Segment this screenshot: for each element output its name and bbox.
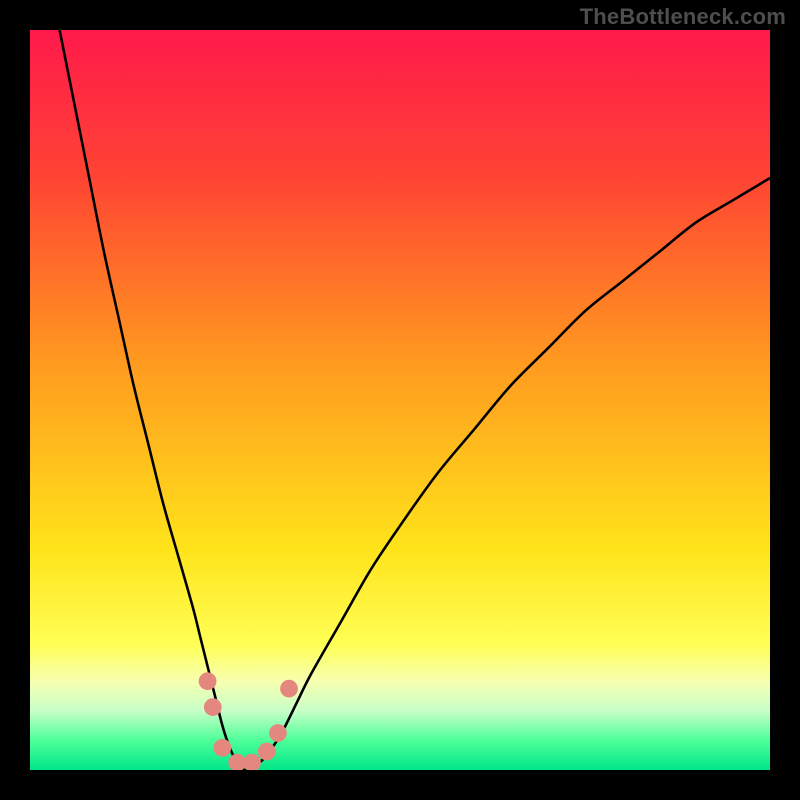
watermark-text: TheBottleneck.com <box>580 4 786 30</box>
highlight-marker <box>258 743 276 761</box>
highlight-marker <box>269 724 287 742</box>
highlight-marker <box>280 680 298 698</box>
highlight-marker <box>204 698 222 716</box>
highlight-marker <box>214 739 232 757</box>
gradient-rect <box>30 30 770 770</box>
highlight-marker <box>199 672 217 690</box>
chart-frame: TheBottleneck.com <box>0 0 800 800</box>
bottleneck-plot <box>30 30 770 770</box>
